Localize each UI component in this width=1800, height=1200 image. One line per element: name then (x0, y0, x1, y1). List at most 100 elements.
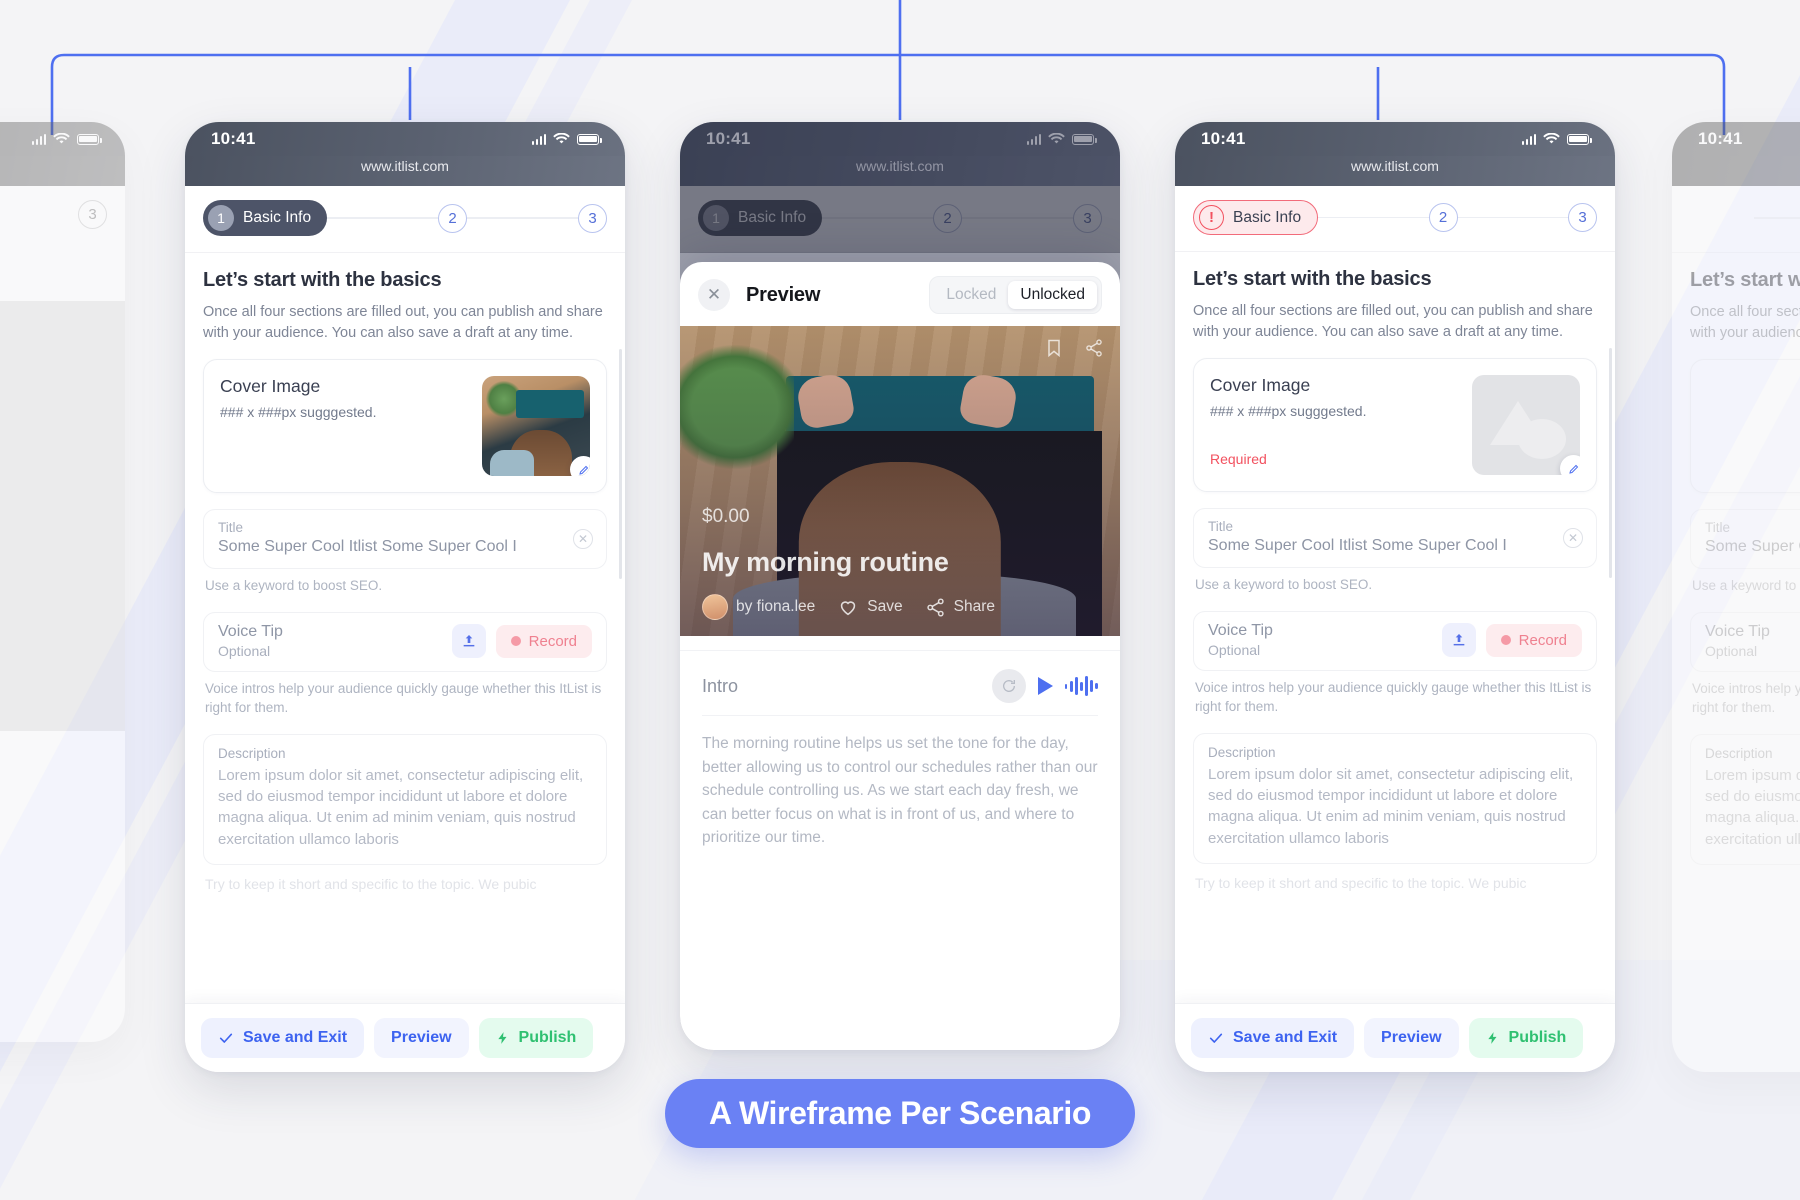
record-button[interactable]: Record (495, 624, 592, 658)
phone-basic-info: 10:41 www.itlist.com 1 Basic Info 2 3 Le… (185, 122, 625, 1072)
page-subtitle: Once all four sections are filled out, y… (203, 304, 603, 341)
clear-circle-icon[interactable]: ✕ (1563, 528, 1583, 549)
intro-body: The morning routine helps us set the ton… (702, 735, 1098, 847)
cover-image-title-3: Cover Image (1210, 375, 1311, 396)
wifi-icon (553, 133, 570, 144)
step-1-basic-info[interactable]: 1 Basic Info (203, 200, 328, 236)
status-bar-ghost-right: 10:41 (1672, 122, 1800, 156)
title-field[interactable]: Title Some Super Cool Itlist Some Super … (203, 509, 607, 570)
hero-save-button[interactable]: Save (837, 596, 903, 618)
clear-circle-icon[interactable]: ✕ (573, 529, 593, 550)
step-1-number: 1 (208, 205, 234, 231)
share-icon (926, 597, 944, 617)
stepper-3: ! Basic Info 2 3 (1175, 186, 1615, 252)
form-body-ghost-right: Let’s start with the basics Once all fou… (1672, 253, 1800, 866)
voice-tip-helper-3: Voice intros help your audience quickly … (1195, 680, 1592, 714)
ghost-right-desc: Description Lorem ipsum dolor sit amet, … (1690, 733, 1800, 866)
url-bar-ghost-left (0, 156, 125, 186)
voice-tip-field[interactable]: Voice Tip Optional Record (203, 612, 607, 673)
voice-tip-optional-3: Optional (1208, 642, 1261, 659)
phone-error-state: 10:41 www.itlist.com ! Basic Info 2 3 Le… (1175, 122, 1615, 1072)
play-icon[interactable] (1037, 677, 1053, 695)
url-bar-1[interactable]: www.itlist.com (185, 156, 625, 186)
heart-icon (841, 601, 856, 616)
close-icon[interactable]: ✕ (698, 279, 730, 311)
publish-button[interactable]: Publish (478, 1018, 594, 1058)
scrollbar[interactable] (1609, 348, 1612, 578)
step-2[interactable]: 2 (438, 203, 468, 233)
status-time: 10:41 (211, 129, 256, 148)
cover-image-placeholder[interactable] (1472, 375, 1580, 476)
preview-label-3: Preview (1381, 1029, 1442, 1046)
toggle-option-locked[interactable]: Locked (934, 281, 1008, 309)
voice-tip-label: Voice Tip (218, 623, 283, 641)
cover-image-card-error[interactable]: Cover Image ### x ###px sugggested. Requ… (1193, 358, 1597, 493)
description-helper: Try to keep it short and specific to the… (205, 876, 537, 893)
step-2-b[interactable]: 2 (1428, 203, 1458, 232)
scrollbar[interactable] (619, 349, 622, 579)
pencil-icon[interactable] (1560, 455, 1580, 476)
description-label: Description (218, 745, 286, 761)
action-bar-1: Save and Exit Preview Publish (185, 1003, 625, 1072)
bookmark-icon[interactable] (1044, 338, 1064, 358)
phone-preview: 10:41 www.itlist.com 1 Basic Info 2 3 ✕ … (680, 122, 1120, 1050)
upload-icon[interactable] (1441, 623, 1476, 658)
page-title: Let’s start with the basics (203, 269, 442, 291)
preview-button-3[interactable]: Preview (1364, 1018, 1459, 1058)
save-and-exit-label-3: Save and Exit (1233, 1029, 1338, 1046)
form-body-3: Let’s start with the basics Once all fou… (1175, 252, 1615, 894)
cover-image-thumbnail[interactable] (482, 376, 590, 477)
page-title-3: Let’s start with the basics (1193, 268, 1432, 290)
replay-icon[interactable] (991, 669, 1026, 703)
cover-image-card[interactable]: Cover Image ### x ###px sugggested. (203, 359, 607, 494)
description-field-3[interactable]: Description Lorem ipsum dolor sit amet, … (1193, 732, 1597, 865)
save-and-exit-button-3[interactable]: Save and Exit (1191, 1018, 1355, 1058)
title-field-helper-3: Use a keyword to boost SEO. (1195, 577, 1373, 593)
battery-icon (577, 133, 602, 145)
ghost-right-voice-helper: Voice intros help your audience quickly … (1692, 681, 1800, 715)
hero-byline-label: by fiona.lee (736, 598, 816, 615)
title-field-value: Some Super Cool Itlist Some Super Cool I (218, 538, 517, 556)
audio-player[interactable] (991, 669, 1098, 703)
signal-icon (31, 133, 46, 145)
stepper-ghost-right: 1x 2 3 (1672, 186, 1800, 253)
voice-tip-field-3[interactable]: Voice Tip Optional Record (1193, 611, 1597, 672)
hero-share-label: Share (953, 598, 995, 615)
voice-tip-helper: Voice intros help your audience quickly … (205, 681, 602, 715)
title-field-helper: Use a keyword to boost SEO. (205, 578, 383, 594)
signal-icon (531, 133, 546, 145)
share-icon[interactable] (1084, 338, 1104, 358)
ghost-right-subheading: Once all four sections are filled out, y… (1690, 304, 1800, 341)
publish-label-3: Publish (1508, 1029, 1567, 1046)
hero-byline[interactable]: by fiona.lee (702, 594, 815, 620)
cover-image-subtitle-3: ### x ###px sugggested. (1210, 403, 1367, 420)
preview-label: Preview (391, 1029, 452, 1046)
status-bar-3: 10:41 (1175, 122, 1615, 156)
toggle-option-unlocked[interactable]: Unlocked (1008, 281, 1097, 309)
ghost-right-voice-field: Voice Tip Optional Record (1690, 612, 1800, 673)
bolt-icon (497, 1032, 507, 1044)
step-3[interactable]: 3 (578, 203, 607, 233)
hero-meta-row: by fiona.lee Save Share (702, 594, 1098, 620)
description-helper-3: Try to keep it short and specific to the… (1195, 875, 1527, 892)
save-and-exit-button[interactable]: Save and Exit (201, 1018, 365, 1058)
step-1-basic-info-error[interactable]: ! Basic Info (1193, 200, 1319, 235)
voice-tip-optional: Optional (218, 643, 271, 660)
publish-button-3[interactable]: Publish (1468, 1018, 1584, 1058)
upload-icon[interactable] (451, 624, 486, 659)
step-connector-2 (467, 217, 578, 219)
record-button-3[interactable]: Record (1485, 623, 1582, 657)
description-value: Lorem ipsum dolor sit amet, consectetur … (218, 766, 584, 848)
lock-toggle[interactable]: Locked Unlocked (929, 276, 1102, 314)
preview-button[interactable]: Preview (374, 1018, 469, 1058)
record-dot-icon (510, 636, 521, 647)
cover-image-required: Required (1210, 451, 1267, 468)
ghost-right-title-field: Title Some Super Cool Itlist Some Super … (1690, 509, 1800, 570)
caption-pill: A Wireframe Per Scenario (665, 1079, 1135, 1148)
title-field-3[interactable]: Title Some Super Cool Itlist Some Super … (1193, 508, 1597, 569)
hero-share-button[interactable]: Share (925, 597, 995, 618)
description-field[interactable]: Description Lorem ipsum dolor sit amet, … (203, 733, 607, 866)
url-bar-3[interactable]: www.itlist.com (1175, 156, 1615, 186)
step-3-b[interactable]: 3 (1568, 203, 1597, 232)
pencil-icon[interactable] (570, 456, 590, 477)
